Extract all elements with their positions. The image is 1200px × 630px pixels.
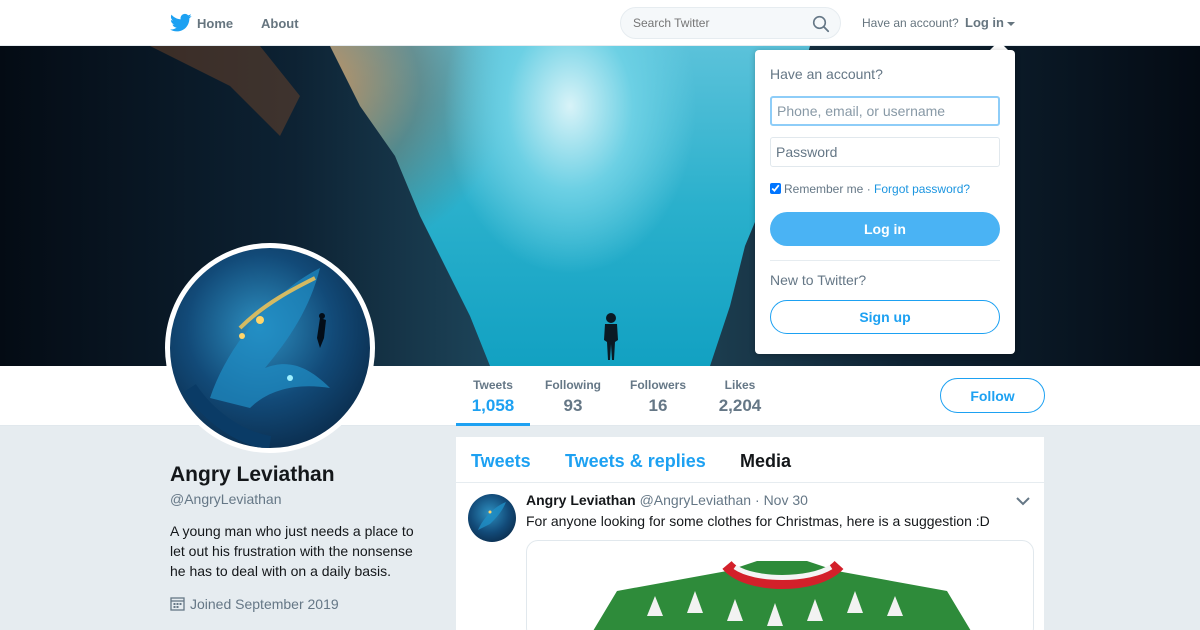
follow-button[interactable]: Follow [940, 378, 1045, 413]
username-field[interactable] [770, 96, 1000, 126]
remember-separator: · [866, 182, 871, 196]
login-dropdown-toggle[interactable]: Log in [965, 15, 1015, 30]
tweet-header: Angry Leviathan @AngryLeviathan · Nov 30 [526, 492, 808, 508]
login-button[interactable]: Log in [770, 212, 1000, 246]
tweet-text: For anyone looking for some clothes for … [526, 513, 990, 529]
forgot-password-link[interactable]: Forgot password? [874, 182, 970, 196]
stat-value: 1,058 [471, 396, 515, 415]
tab-tweets[interactable]: Tweets [471, 451, 531, 472]
search-box[interactable] [620, 7, 841, 39]
dropdown-title: Have an account? [770, 66, 883, 82]
stat-following[interactable]: Following 93 [544, 378, 602, 416]
timeline: Tweets Tweets & replies Media Angry Levi… [456, 437, 1044, 630]
nav-home-link[interactable]: Home [197, 16, 233, 31]
login-dropdown: Have an account? Remember me · Forgot pa… [755, 50, 1015, 354]
password-field[interactable] [770, 137, 1000, 167]
dropdown-arrow [990, 41, 1008, 50]
diver-silhouette [604, 313, 618, 360]
search-input[interactable] [633, 16, 803, 30]
tweet-date[interactable]: Nov 30 [764, 492, 808, 508]
tweet-avatar-artwork [478, 502, 506, 530]
joined-text: Joined September 2019 [190, 596, 339, 612]
stat-label: Following [545, 378, 601, 392]
login-toggle-label[interactable]: Log in [965, 15, 1004, 30]
joined-date: Joined September 2019 [170, 596, 339, 612]
tab-tweets-replies[interactable]: Tweets & replies [565, 451, 706, 472]
profile-bio: A young man who just needs a place to le… [170, 523, 414, 579]
timeline-tabs: Tweets Tweets & replies Media [456, 437, 1044, 483]
stat-followers[interactable]: Followers 16 [628, 378, 688, 416]
new-to-twitter-text: New to Twitter? [770, 272, 867, 288]
tweet-author[interactable]: Angry Leviathan [526, 492, 636, 508]
twitter-bird-icon[interactable] [170, 13, 192, 33]
tweet-avatar[interactable] [468, 494, 516, 542]
remember-me-label[interactable]: Remember me [784, 182, 863, 196]
tweet-separator: · [755, 492, 760, 508]
tab-media[interactable]: Media [740, 451, 791, 472]
search-icon[interactable] [812, 15, 830, 33]
stat-tweets[interactable]: Tweets 1,058 [470, 378, 516, 416]
stat-value: 93 [563, 396, 583, 415]
stat-label: Likes [724, 378, 756, 392]
stat-value: 2,204 [718, 396, 762, 415]
tweet-handle[interactable]: @AngryLeviathan [640, 492, 752, 508]
remember-me-checkbox[interactable] [770, 183, 781, 194]
caret-down-icon[interactable] [1007, 21, 1015, 26]
have-account-text: Have an account? [862, 16, 959, 30]
leviathan-artwork [184, 268, 330, 448]
stat-label: Tweets [473, 378, 513, 392]
signup-button[interactable]: Sign up [770, 300, 1000, 334]
stat-likes[interactable]: Likes 2,204 [714, 378, 766, 416]
remember-row: Remember me · Forgot password? [770, 182, 970, 196]
nav-about-link[interactable]: About [261, 16, 299, 31]
profile-avatar[interactable] [165, 243, 375, 453]
profile-name[interactable]: Angry Leviathan [170, 463, 335, 487]
calendar-icon [170, 597, 185, 611]
profile-handle[interactable]: @AngryLeviathan [170, 491, 282, 507]
stat-label: Followers [629, 378, 686, 392]
chevron-down-icon[interactable] [1016, 496, 1030, 506]
dropdown-divider [770, 260, 1000, 261]
top-nav: Home About Have an account? Log in [0, 0, 1200, 46]
active-stat-underline [456, 423, 530, 426]
sweater-image [593, 560, 971, 630]
tweet-media-image[interactable] [526, 540, 1034, 630]
stat-value: 16 [648, 396, 668, 415]
